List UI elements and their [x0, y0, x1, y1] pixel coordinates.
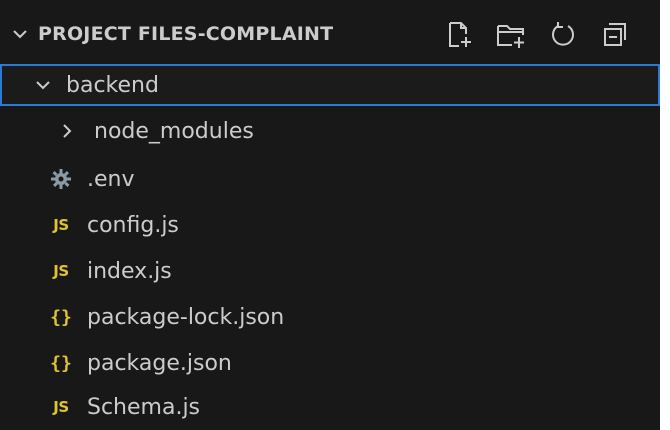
- new-file-icon[interactable]: [442, 18, 476, 52]
- js-badge: JS: [53, 262, 69, 280]
- explorer-section-header[interactable]: PROJECT FILES-COMPLAINT: [0, 0, 660, 68]
- tree-item-config-js[interactable]: JS config.js: [0, 202, 660, 248]
- js-icon: JS: [47, 262, 75, 280]
- window-edge: [660, 0, 670, 430]
- gear-icon: [47, 168, 75, 190]
- explorer-panel: PROJECT FILES-COMPLAINT backend node_mod…: [0, 0, 660, 430]
- js-icon: JS: [47, 216, 75, 234]
- js-icon: JS: [47, 398, 75, 416]
- json-icon: {}: [47, 353, 75, 374]
- chevron-right-icon[interactable]: [56, 120, 78, 142]
- json-badge: {}: [50, 306, 72, 328]
- tree-item-label: package.json: [87, 350, 232, 376]
- new-folder-icon[interactable]: [494, 18, 528, 52]
- tree-item-label: config.js: [87, 212, 179, 238]
- header-actions: [442, 18, 632, 52]
- tree-item-env[interactable]: .env: [0, 156, 660, 202]
- tree-item-schema-js[interactable]: JS Schema.js: [0, 384, 660, 430]
- js-badge: JS: [53, 216, 69, 234]
- chevron-down-icon[interactable]: [32, 74, 54, 96]
- tree-item-index-js[interactable]: JS index.js: [0, 248, 660, 294]
- chevron-down-icon[interactable]: [8, 22, 32, 46]
- refresh-icon[interactable]: [546, 18, 580, 52]
- tree-item-label: Schema.js: [87, 394, 201, 420]
- tree-item-package-lock-json[interactable]: {} package-lock.json: [0, 294, 660, 340]
- tree-item-label: node_modules: [94, 118, 254, 144]
- tree-item-backend[interactable]: backend: [0, 64, 660, 106]
- tree-item-label: .env: [87, 166, 135, 192]
- json-icon: {}: [47, 307, 75, 328]
- tree-item-label: backend: [66, 72, 159, 98]
- tree-item-node-modules[interactable]: node_modules: [0, 108, 660, 154]
- json-badge: {}: [50, 352, 72, 374]
- tree-item-label: index.js: [87, 258, 172, 284]
- tree-item-package-json[interactable]: {} package.json: [0, 340, 660, 386]
- collapse-all-icon[interactable]: [598, 18, 632, 52]
- section-title: PROJECT FILES-COMPLAINT: [38, 23, 334, 45]
- tree-item-label: package-lock.json: [87, 304, 285, 330]
- js-badge: JS: [53, 398, 69, 416]
